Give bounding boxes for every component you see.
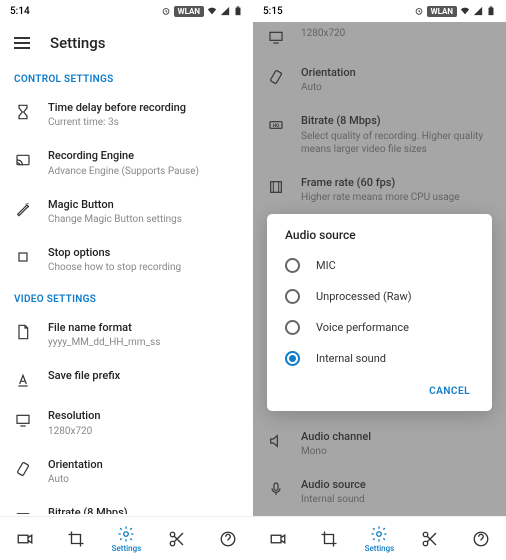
file-icon xyxy=(14,323,32,341)
option-unprocessed[interactable]: Unprocessed (Raw) xyxy=(267,281,492,312)
wifi-icon xyxy=(207,6,217,16)
cast-icon xyxy=(14,151,32,169)
option-label: MIC xyxy=(316,259,336,272)
dialog-title: Audio source xyxy=(267,228,492,250)
settings-scroll[interactable]: 1280x720 OrientationAuto HQ Bitrate (8 M… xyxy=(253,22,506,516)
status-time: 5:15 xyxy=(263,6,283,17)
setting-sub: 1280x720 xyxy=(48,425,239,438)
phone-right: 5:15 WLAN 1280x720 OrientationAuto HQ Bi… xyxy=(253,0,506,560)
setting-title: Resolution xyxy=(48,409,239,423)
setting-file-name[interactable]: File name formatyyyy_MM_dd_HH_mm_ss xyxy=(0,311,253,359)
scissors-icon xyxy=(421,530,439,548)
hq-icon: HQ xyxy=(14,508,32,514)
setting-title: Stop options xyxy=(48,246,239,260)
nav-label: Settings xyxy=(112,544,142,553)
network-badge: WLAN xyxy=(174,6,204,17)
help-icon xyxy=(219,530,237,548)
radio-unchecked-icon xyxy=(285,320,300,335)
app-header: Settings xyxy=(0,22,253,64)
page-title: Settings xyxy=(50,34,106,52)
setting-sub: yyyy_MM_dd_HH_mm_ss xyxy=(48,336,239,349)
setting-title: Orientation xyxy=(48,458,239,472)
nav-label: Settings xyxy=(365,544,395,553)
setting-title: Recording Engine xyxy=(48,149,239,163)
crop-icon xyxy=(320,530,338,548)
section-control: CONTROL SETTINGS xyxy=(0,64,253,91)
nav-record[interactable] xyxy=(0,517,51,560)
audio-source-dialog: Audio source MIC Unprocessed (Raw) Voice… xyxy=(267,214,492,411)
setting-title: Time delay before recording xyxy=(48,101,239,115)
option-voice-performance[interactable]: Voice performance xyxy=(267,312,492,343)
setting-resolution[interactable]: Resolution 1280x720 xyxy=(0,399,253,447)
setting-stop-options[interactable]: Stop optionsChoose how to stop recording xyxy=(0,236,253,284)
section-video: VIDEO SETTINGS xyxy=(0,284,253,311)
nav-settings[interactable]: Settings xyxy=(101,517,152,560)
text-icon xyxy=(14,371,32,389)
setting-magic-button[interactable]: Magic ButtonChange Magic Button settings xyxy=(0,188,253,236)
option-internal-sound[interactable]: Internal sound xyxy=(267,343,492,374)
status-icons: WLAN xyxy=(414,6,496,17)
nav-help[interactable] xyxy=(202,517,253,560)
option-label: Internal sound xyxy=(316,352,386,365)
nav-edit[interactable] xyxy=(152,517,203,560)
battery-icon xyxy=(486,6,496,16)
radio-unchecked-icon xyxy=(285,258,300,273)
signal-icon xyxy=(220,6,230,16)
bottom-nav: Settings xyxy=(0,516,253,560)
battery-icon xyxy=(233,6,243,16)
gear-icon xyxy=(370,525,388,543)
setting-title: Save file prefix xyxy=(48,369,239,383)
setting-title: Magic Button xyxy=(48,198,239,212)
setting-title: Bitrate (8 Mbps) xyxy=(48,506,239,514)
nav-capture[interactable] xyxy=(51,517,102,560)
status-bar: 5:15 WLAN xyxy=(253,0,506,22)
setting-sub: Current time: 3s xyxy=(48,116,239,129)
status-time: 5:14 xyxy=(10,6,30,17)
nav-help[interactable] xyxy=(455,517,506,560)
setting-sub: Auto xyxy=(48,473,239,486)
alarm-icon xyxy=(414,6,424,16)
rotate-icon xyxy=(14,460,32,478)
camera-icon xyxy=(16,530,34,548)
hourglass-icon xyxy=(14,103,32,121)
camera-icon xyxy=(269,530,287,548)
bottom-nav: Settings xyxy=(253,516,506,560)
radio-unchecked-icon xyxy=(285,289,300,304)
setting-sub: Change Magic Button settings xyxy=(48,213,239,226)
cancel-button[interactable]: CANCEL xyxy=(421,380,478,403)
radio-checked-icon xyxy=(285,351,300,366)
crop-icon xyxy=(67,530,85,548)
wifi-icon xyxy=(460,6,470,16)
scissors-icon xyxy=(168,530,186,548)
nav-settings[interactable]: Settings xyxy=(354,517,405,560)
nav-record[interactable] xyxy=(253,517,304,560)
help-icon xyxy=(472,530,490,548)
status-icons: WLAN xyxy=(161,6,243,17)
setting-sub: Choose how to stop recording xyxy=(48,261,239,274)
setting-sub: Advance Engine (Supports Pause) xyxy=(48,165,239,178)
option-label: Unprocessed (Raw) xyxy=(316,290,412,303)
alarm-icon xyxy=(161,6,171,16)
setting-orientation[interactable]: OrientationAuto xyxy=(0,448,253,496)
network-badge: WLAN xyxy=(427,6,457,17)
settings-scroll[interactable]: CONTROL SETTINGS Time delay before recor… xyxy=(0,64,253,514)
phone-left: 5:14 WLAN Settings CONTROL SETTINGS Time… xyxy=(0,0,253,560)
setting-recording-engine[interactable]: Recording Engine Advance Engine (Supports… xyxy=(0,139,253,187)
setting-bitrate[interactable]: HQ Bitrate (8 Mbps)Select quality of rec… xyxy=(0,496,253,514)
nav-edit[interactable] xyxy=(405,517,456,560)
gear-icon xyxy=(117,525,135,543)
stop-icon xyxy=(14,248,32,266)
option-mic[interactable]: MIC xyxy=(267,250,492,281)
signal-icon xyxy=(473,6,483,16)
status-bar: 5:14 WLAN xyxy=(0,0,253,22)
monitor-icon xyxy=(14,411,32,429)
magic-icon xyxy=(14,200,32,218)
setting-file-prefix[interactable]: Save file prefix xyxy=(0,359,253,399)
option-label: Voice performance xyxy=(316,321,409,334)
setting-title: File name format xyxy=(48,321,239,335)
setting-time-delay[interactable]: Time delay before recordingCurrent time:… xyxy=(0,91,253,139)
nav-capture[interactable] xyxy=(304,517,355,560)
menu-icon[interactable] xyxy=(14,37,30,49)
